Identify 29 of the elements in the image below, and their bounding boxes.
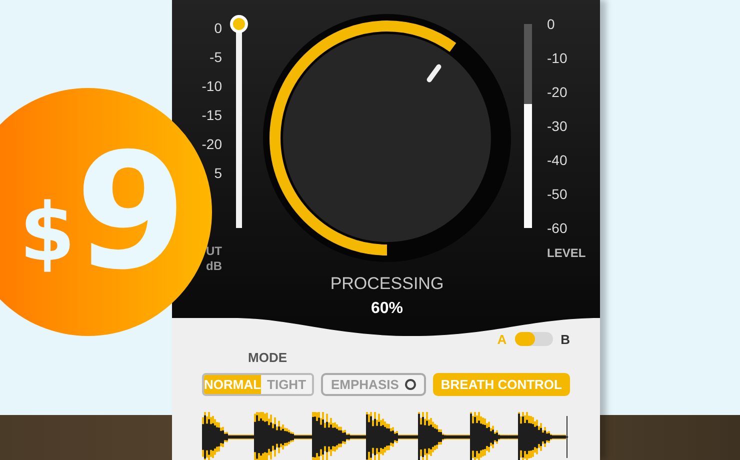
meter-caption: LEVEL [547,246,586,260]
knob-label: PROCESSING [330,274,444,294]
slider-thumb[interactable] [230,15,248,33]
scale-label: -5 [210,48,222,67]
ab-label[interactable]: B [560,332,570,346]
currency-sign: $ [20,186,76,278]
indicator-icon [404,379,416,390]
emphasis-button[interactable]: EMPHASIS [321,373,426,396]
scale-label: -10 [202,77,222,96]
breath-control-button[interactable]: BREATH CONTROL [432,373,570,396]
price-value: 9 [75,132,186,292]
ab-label[interactable]: A [497,332,507,346]
scale-label: 5 [214,164,222,183]
scale-label: -15 [202,106,222,125]
scale-label: 0 [214,19,222,38]
scale-label: -30 [547,117,568,136]
scale-label: -50 [547,185,568,204]
scale-label: -60 [547,219,568,238]
mode-button[interactable]: NORMAL [204,375,262,394]
knob-value: 60% [370,300,404,318]
ab-toggle[interactable] [514,332,553,346]
scale-label: -40 [547,151,568,170]
scale-label: -20 [547,83,568,102]
input-caption: UT [206,244,222,259]
scale-label: -10 [547,49,568,68]
input-caption: dB [206,259,222,274]
scale-label: -20 [202,135,222,154]
scale-label: 0 [547,15,556,34]
mode-label: MODE [248,350,287,365]
